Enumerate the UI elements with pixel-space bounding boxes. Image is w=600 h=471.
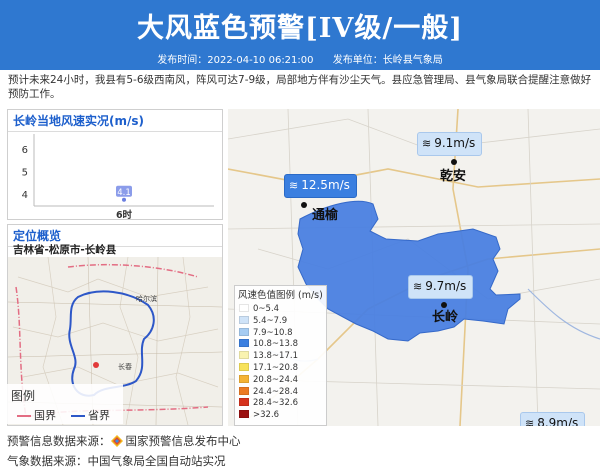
national-border-swatch [17, 415, 31, 417]
legend-item-province-border: 省界 [71, 407, 110, 423]
scale-row: 5.4~7.9 [239, 315, 288, 326]
y-tick-label: 5 [22, 168, 28, 179]
scale-label: 7.9~10.8 [253, 327, 293, 338]
place-tongyu: 通榆 [312, 208, 339, 223]
city-label-harbin: 哈尔滨 [136, 294, 157, 303]
scale-swatch [239, 339, 249, 348]
scale-swatch [239, 315, 249, 324]
wind-speed-panel: 长岭当地风速实况(m/s) 6 5 4 4.1 6时 [7, 109, 223, 220]
scale-swatch [239, 304, 249, 312]
scale-label: 24.4~28.4 [253, 386, 298, 397]
wind-panel-unit: (m/s) [109, 114, 145, 128]
warning-center-logo-icon [110, 435, 123, 447]
scale-label: 13.8~17.1 [253, 351, 298, 362]
x-tick-label: 6时 [116, 209, 133, 220]
wind-value: 12.5m/s [301, 178, 350, 192]
y-tick-label: 4 [22, 190, 28, 201]
warning-title: 大风蓝色预警[IV级/一般] [137, 13, 463, 44]
warning-description: 预计未来24小时，我县有5-6级西南风，阵风可达7-9级，局部地方伴有沙尘天气。… [8, 74, 592, 100]
wind-value: 9.1m/s [434, 136, 476, 150]
scale-swatch [239, 386, 249, 395]
legend-item-national-border: 国界 [17, 407, 56, 423]
city-label-changchun: 长春 [118, 362, 132, 371]
tongyu-dot [301, 202, 307, 208]
wind-station-qianan[interactable]: ≋ 9.1m/s [417, 132, 483, 156]
warning-source-name: 国家预警信息发布中心 [125, 434, 241, 448]
location-path: 吉林省-松原市-长岭县 [13, 244, 117, 256]
wind-speed-scale-legend: 风速色值图例 (m/s) 0~5.4 5.4~7.9 7.9~10.8 10.8~13… [234, 285, 327, 426]
scale-swatch [239, 374, 249, 383]
scale-row: 20.8~24.4 [239, 374, 298, 385]
wind-panel-title-text: 长岭当地风速实况 [13, 114, 110, 128]
scale-row: 28.4~32.6 [239, 398, 298, 408]
publisher: 发布单位：长岭县气象局 [332, 55, 443, 66]
scale-row: 0~5.4 [239, 304, 279, 314]
scale-label: 20.8~24.4 [253, 374, 298, 385]
wind-icon: ≋ [422, 137, 432, 150]
scale-swatch [239, 327, 249, 336]
scale-swatch [239, 351, 249, 360]
legend-label-national: 国界 [34, 409, 56, 422]
scale-swatch [239, 410, 249, 419]
data-point [122, 197, 126, 202]
legend-label-province: 省界 [88, 409, 110, 422]
wind-panel-title: 长岭当地风速实况(m/s) [8, 110, 222, 132]
scale-label: 28.4~32.6 [253, 398, 298, 409]
legend-title: 图例 [11, 389, 36, 403]
scale-row: 17.1~20.8 [239, 363, 298, 373]
wind-icon: ≋ [525, 417, 535, 426]
scale-row: 7.9~10.8 [239, 327, 293, 338]
scale-row: 13.8~17.1 [239, 351, 298, 361]
wind-value: 9.7m/s [425, 279, 467, 293]
county-marker [93, 362, 99, 368]
scale-row: 24.4~28.4 [239, 386, 298, 397]
place-changling: 长岭 [432, 310, 459, 325]
y-tick-label: 6 [22, 145, 28, 156]
header-banner: 大风蓝色预警[IV级/一般] 发布时间：2022-04-10 06:21:00 … [0, 0, 600, 70]
wind-icon: ≋ [413, 280, 423, 293]
data-label: 4.1 [117, 188, 131, 198]
wind-icon: ≋ [289, 179, 299, 192]
wind-speed-chart: 6 5 4 4.1 6时 [22, 134, 214, 220]
header-meta: 发布时间：2022-04-10 06:21:00 发布单位：长岭县气象局 [0, 51, 600, 66]
scale-label: 10.8~13.8 [253, 339, 298, 350]
wind-value: 8.9m/s [537, 416, 579, 426]
publish-time: 发布时间：2022-04-10 06:21:00 [157, 55, 314, 66]
place-qianan: 乾安 [440, 169, 467, 184]
warning-source: 预警信息数据来源： 国家预警信息发布中心 [7, 433, 241, 449]
scale-row: >32.6 [239, 410, 279, 420]
scale-title: 风速色值图例 (m/s) [238, 290, 323, 301]
wind-station-changling[interactable]: ≋ 9.7m/s [408, 275, 474, 299]
scale-swatch [239, 363, 249, 371]
scale-row: 10.8~13.8 [239, 339, 298, 349]
province-border-swatch [71, 415, 85, 417]
scale-label: 0~5.4 [253, 304, 280, 314]
warning-source-label: 预警信息数据来源： [7, 434, 111, 448]
scale-label: 17.1~20.8 [253, 363, 298, 373]
boundary-legend: 图例 国界 省界 [3, 384, 123, 424]
weather-source: 气象数据来源：中国气象局全国自动站实况 [7, 454, 226, 468]
wind-station-tongyu[interactable]: ≋ 12.5m/s [284, 174, 357, 198]
wind-station-east[interactable]: ≋ 8.9m/s [520, 412, 586, 426]
scale-label: 5.4~7.9 [253, 315, 288, 326]
scale-swatch [239, 398, 249, 407]
scale-label: >32.6 [253, 410, 280, 421]
